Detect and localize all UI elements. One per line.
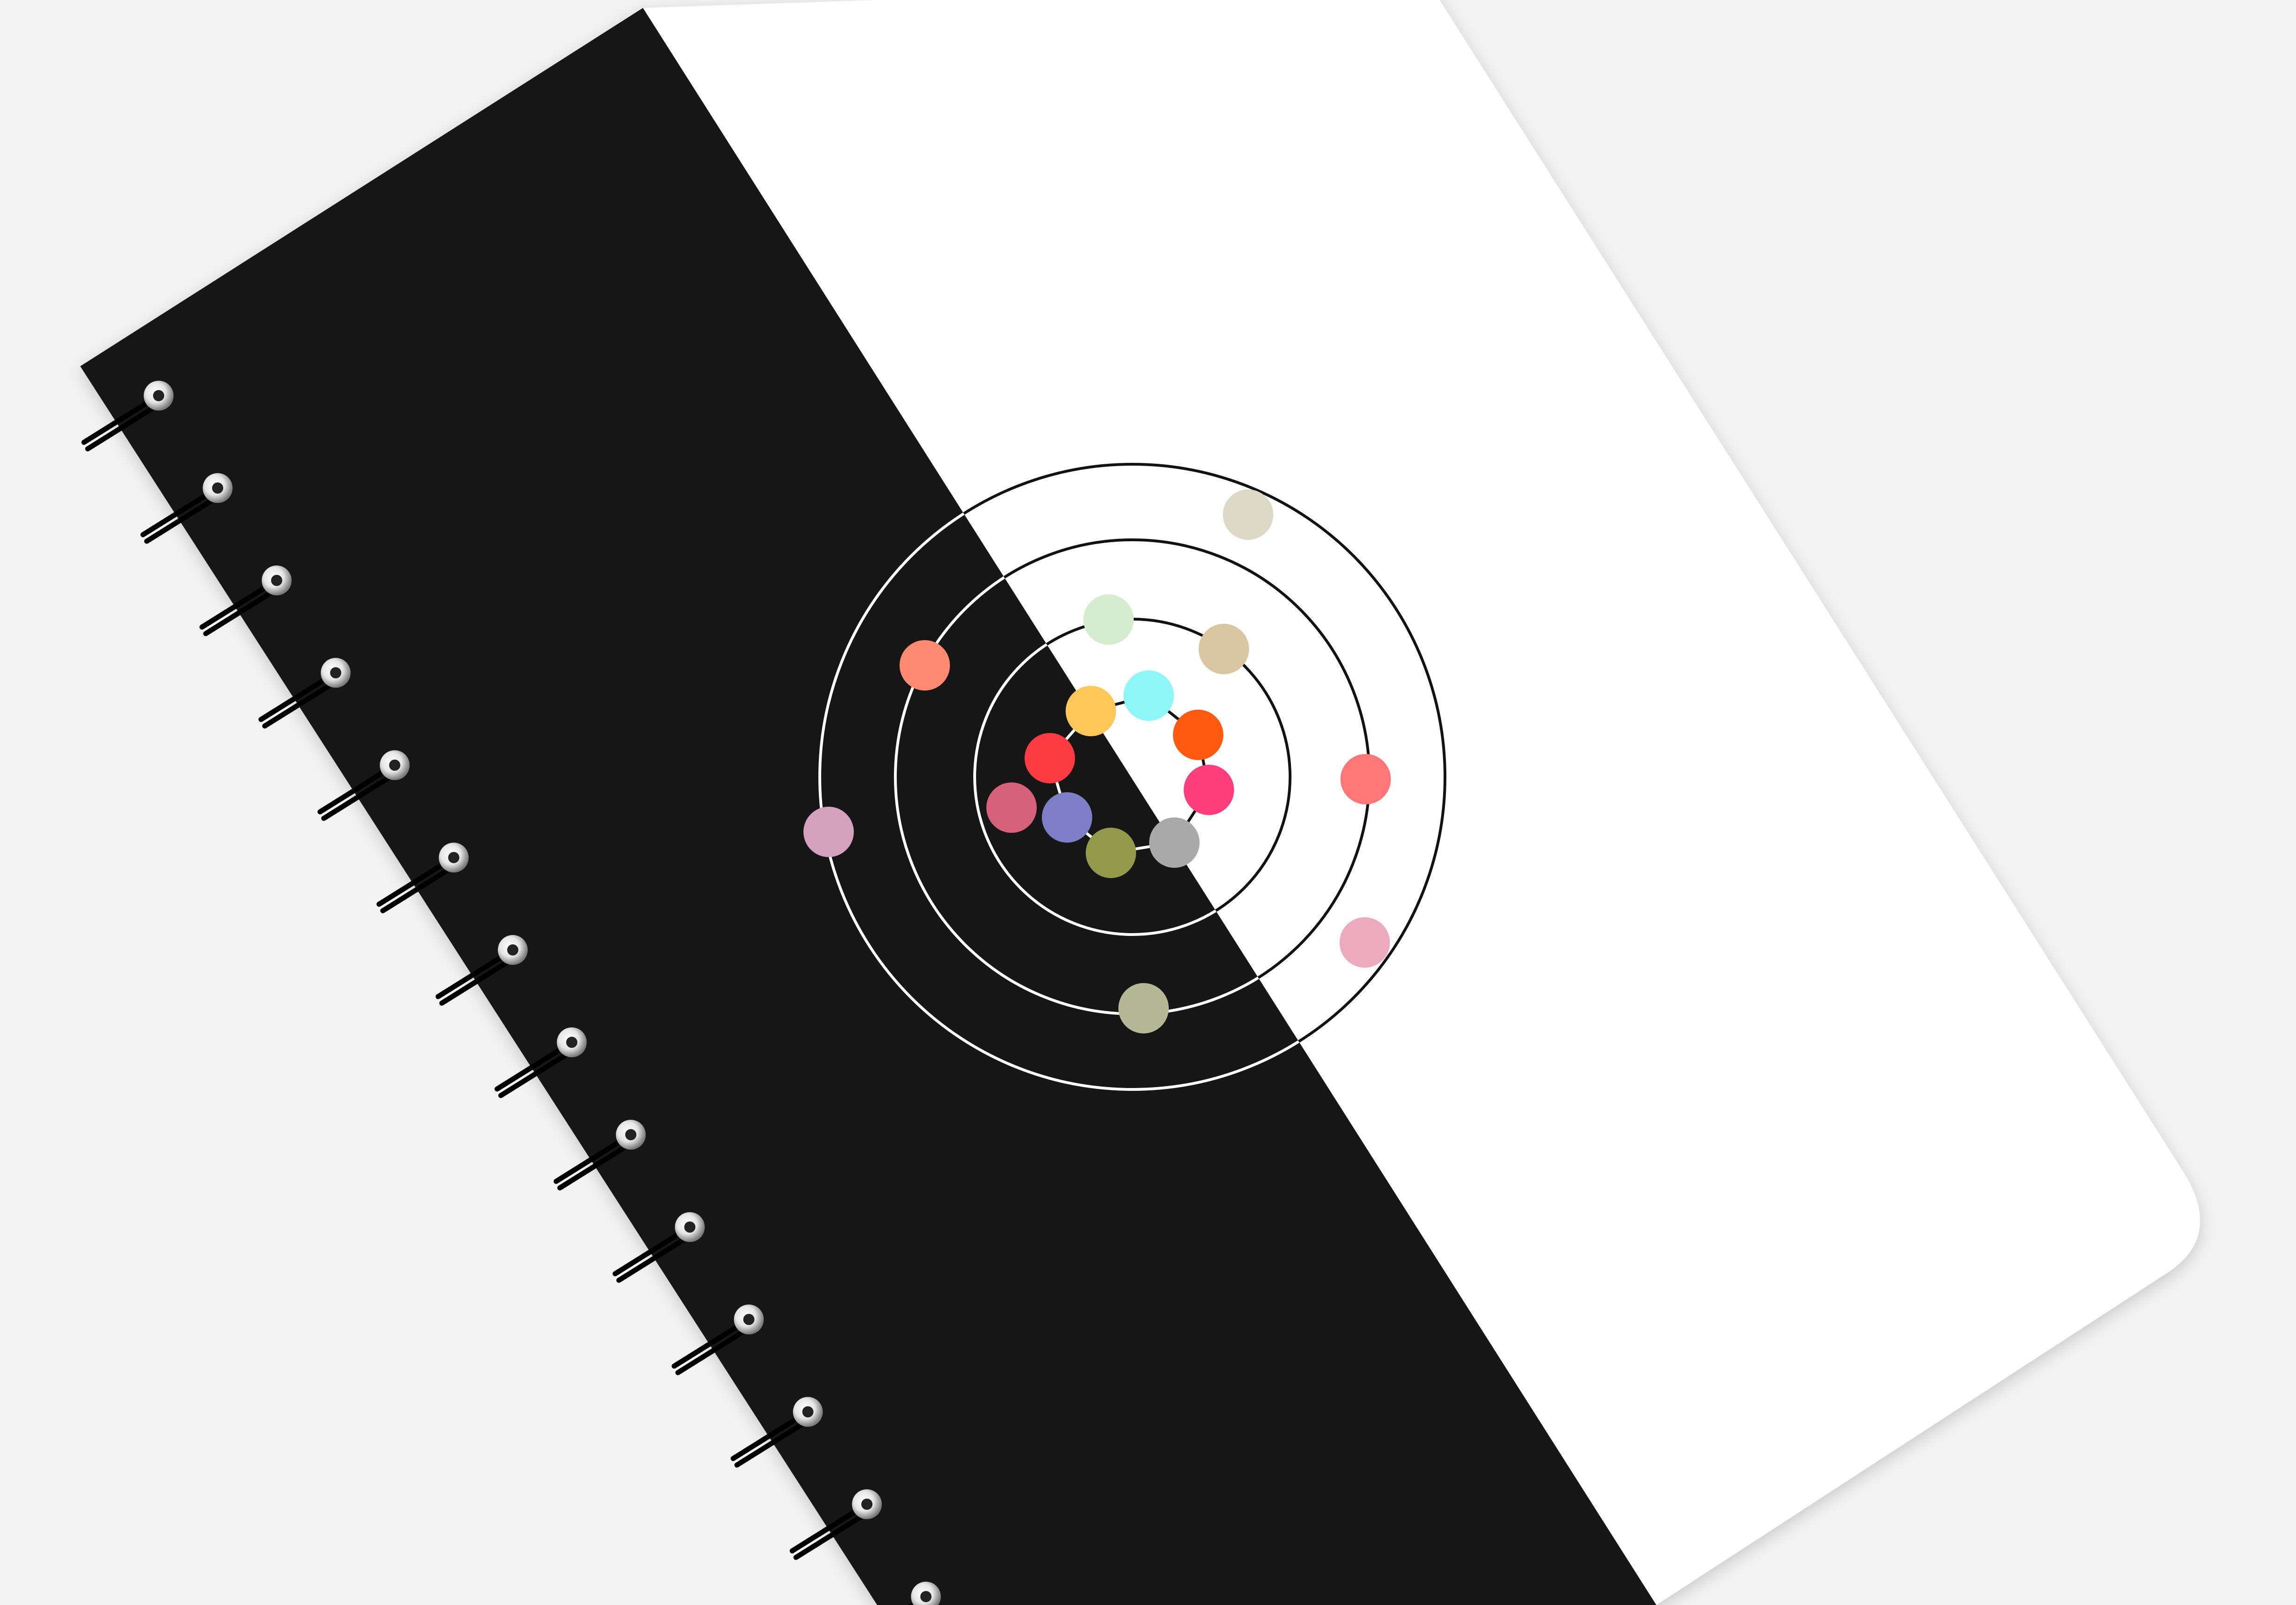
orbit-dot [1083, 594, 1134, 645]
orbit-dot [1066, 686, 1116, 736]
orbit-dot [986, 782, 1037, 833]
binding-hole-center [507, 944, 518, 956]
binding-hole-center [743, 1314, 754, 1325]
binding-hole-center [802, 1406, 814, 1417]
binding-hole-center [861, 1499, 872, 1510]
binding-hole-center [330, 667, 342, 678]
binding-hole-center [920, 1591, 932, 1602]
binding-hole-center [625, 1129, 636, 1140]
notebook-scene [0, 0, 2296, 1605]
orbit-dot [900, 640, 950, 691]
binding-hole-center [212, 482, 223, 494]
orbit-dot [803, 807, 854, 857]
binding-hole-center [684, 1221, 696, 1233]
orbit-dot [1340, 917, 1390, 968]
binding-hole-center [389, 760, 400, 771]
orbit-dot [1340, 754, 1391, 804]
binding-hole-center [448, 852, 460, 863]
orbit-dot [1042, 792, 1092, 843]
orbit-dot [1184, 765, 1234, 815]
orbit-dot [1223, 489, 1273, 540]
orbit-dot [1173, 710, 1223, 760]
orbit-dot [1086, 828, 1136, 878]
orbit-dot [1025, 733, 1075, 783]
orbit-dot [1124, 670, 1174, 721]
binding-hole-center [566, 1037, 578, 1048]
binding-hole-center [271, 575, 282, 586]
binding-hole-center [153, 390, 164, 401]
orbit-dot [1199, 624, 1249, 674]
orbit-dot [1149, 817, 1200, 868]
orbit-dot [1118, 983, 1169, 1033]
